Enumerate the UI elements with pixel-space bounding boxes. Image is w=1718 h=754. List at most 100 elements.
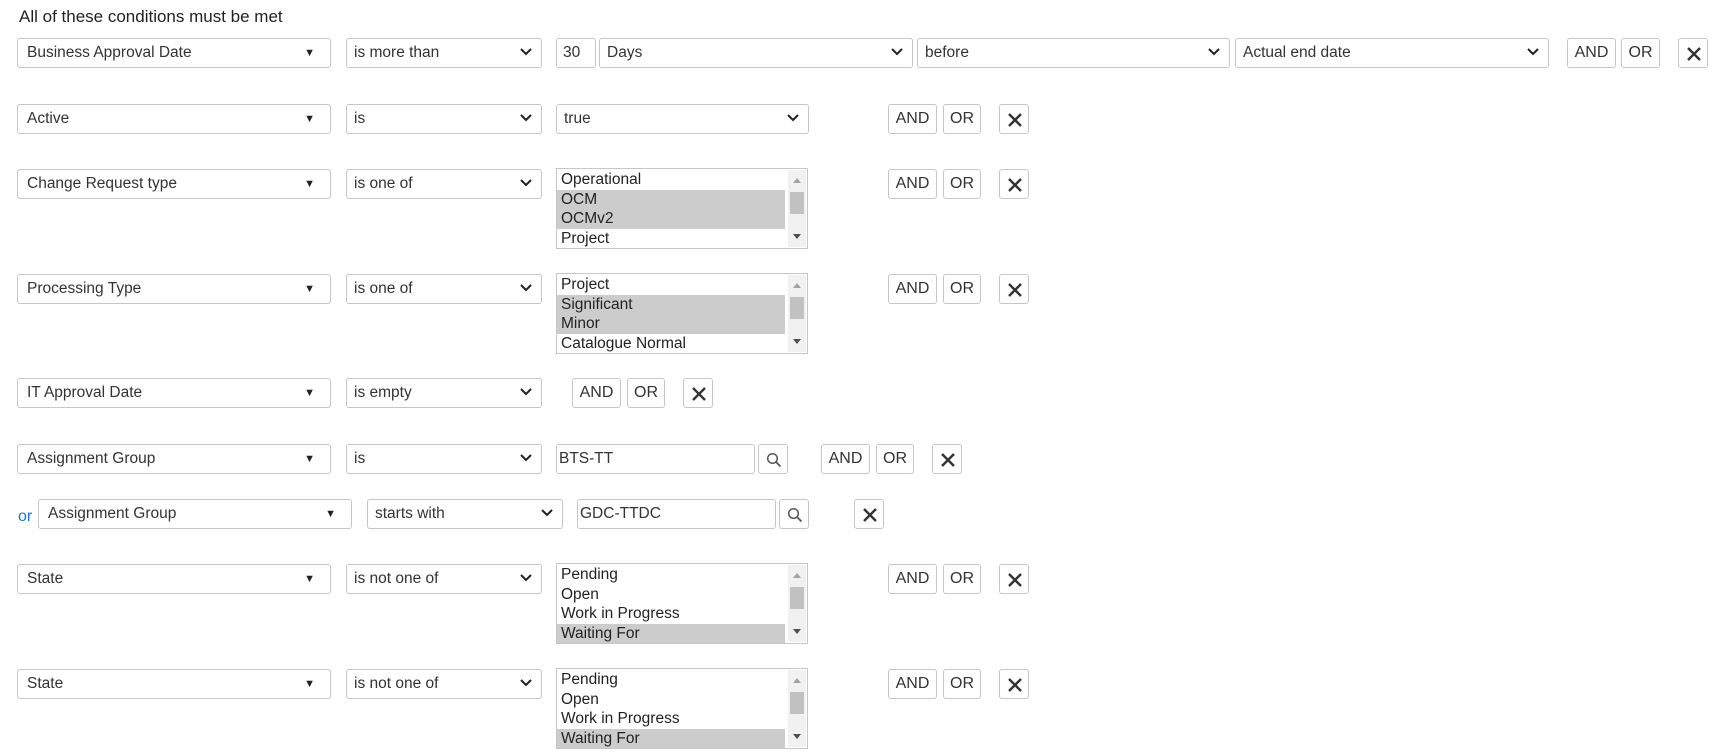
or-button[interactable]: OR <box>943 104 981 134</box>
scroll-down-arrow-icon[interactable] <box>793 234 801 239</box>
number-input[interactable]: 30 <box>556 38 596 68</box>
values-listbox[interactable]: Operational OCM OCMv2 Project <box>556 168 808 249</box>
delete-condition-button[interactable] <box>854 499 884 529</box>
delete-condition-button[interactable] <box>999 564 1029 594</box>
unit-select[interactable]: Days <box>599 38 913 68</box>
and-button[interactable]: AND <box>888 169 937 199</box>
listbox-scrollbar[interactable] <box>788 170 806 247</box>
triangle-down-icon: ▼ <box>325 508 336 520</box>
listbox-option-selected[interactable]: Waiting For <box>557 623 785 643</box>
field-select[interactable]: Assignment Group ▼ <box>38 499 352 529</box>
field-select[interactable]: Processing Type ▼ <box>17 274 331 304</box>
scroll-down-arrow-icon[interactable] <box>793 339 801 344</box>
chevron-down-icon <box>1527 48 1539 56</box>
listbox-option[interactable]: Project <box>557 229 785 249</box>
or-button[interactable]: OR <box>943 669 981 699</box>
chevron-down-icon <box>520 179 532 187</box>
delete-condition-button[interactable] <box>932 444 962 474</box>
listbox-option[interactable]: Operational <box>557 170 785 190</box>
chevron-down-icon <box>891 48 903 56</box>
chevron-down-icon <box>787 114 799 122</box>
delete-condition-button[interactable] <box>999 104 1029 134</box>
field-select[interactable]: Assignment Group ▼ <box>17 444 331 474</box>
listbox-scrollbar[interactable] <box>788 275 806 352</box>
triangle-down-icon: ▼ <box>304 573 315 585</box>
delete-condition-button[interactable] <box>999 669 1029 699</box>
or-button[interactable]: OR <box>943 564 981 594</box>
or-button[interactable]: OR <box>1621 38 1660 68</box>
field-select-value: IT Approval Date <box>27 384 143 401</box>
and-button[interactable]: AND <box>888 669 937 699</box>
listbox-option-selected[interactable]: Significant <box>557 294 785 314</box>
operator-select[interactable]: is <box>346 104 542 134</box>
or-button[interactable]: OR <box>627 378 665 408</box>
and-button[interactable]: AND <box>888 274 937 304</box>
delete-condition-button[interactable] <box>1678 38 1708 68</box>
listbox-scrollbar[interactable] <box>788 670 806 747</box>
and-button[interactable]: AND <box>821 444 870 474</box>
operator-select[interactable]: is empty <box>346 378 542 408</box>
listbox-option[interactable]: Work in Progress <box>557 604 785 624</box>
and-button[interactable]: AND <box>572 378 621 408</box>
scrollbar-thumb[interactable] <box>790 692 804 714</box>
delete-condition-button[interactable] <box>683 378 713 408</box>
operator-select[interactable]: is <box>346 444 542 474</box>
listbox-scrollbar[interactable] <box>788 565 806 642</box>
lookup-button[interactable] <box>758 444 788 474</box>
scrollbar-thumb[interactable] <box>790 587 804 609</box>
scroll-up-arrow-icon[interactable] <box>793 283 801 288</box>
scroll-up-arrow-icon[interactable] <box>793 678 801 683</box>
listbox-option-selected[interactable]: OCMv2 <box>557 209 785 229</box>
or-button[interactable]: OR <box>943 274 981 304</box>
operator-select[interactable]: is one of <box>346 169 542 199</box>
scroll-up-arrow-icon[interactable] <box>793 573 801 578</box>
operator-select[interactable]: is not one of <box>346 669 542 699</box>
lookup-button[interactable] <box>779 499 809 529</box>
scrollbar-thumb[interactable] <box>790 297 804 319</box>
operator-select[interactable]: is one of <box>346 274 542 304</box>
listbox-option[interactable]: Work in Progress <box>557 709 785 729</box>
or-button[interactable]: OR <box>876 444 914 474</box>
operator-select[interactable]: starts with <box>367 499 563 529</box>
triangle-down-icon: ▼ <box>304 178 315 190</box>
delete-condition-button[interactable] <box>999 274 1029 304</box>
field-select[interactable]: State ▼ <box>17 669 331 699</box>
listbox-option-selected[interactable]: Minor <box>557 314 785 334</box>
values-listbox[interactable]: Pending Open Work in Progress Waiting Fo… <box>556 668 808 749</box>
and-button[interactable]: AND <box>1567 38 1616 68</box>
field-select[interactable]: Business Approval Date ▼ <box>17 38 331 68</box>
listbox-option-selected[interactable]: Waiting For <box>557 728 785 748</box>
target-date-select[interactable]: Actual end date <box>1235 38 1549 68</box>
delete-condition-button[interactable] <box>999 169 1029 199</box>
field-select[interactable]: Change Request type ▼ <box>17 169 331 199</box>
field-select[interactable]: Active ▼ <box>17 104 331 134</box>
scroll-up-arrow-icon[interactable] <box>793 178 801 183</box>
scrollbar-thumb[interactable] <box>790 192 804 214</box>
values-listbox[interactable]: Project Significant Minor Catalogue Norm… <box>556 273 808 354</box>
values-listbox[interactable]: Pending Open Work in Progress Waiting Fo… <box>556 563 808 644</box>
operator-select[interactable]: is not one of <box>346 564 542 594</box>
field-select[interactable]: State ▼ <box>17 564 331 594</box>
scroll-down-arrow-icon[interactable] <box>793 629 801 634</box>
and-button[interactable]: AND <box>888 564 937 594</box>
operator-select[interactable]: is more than <box>346 38 542 68</box>
field-select[interactable]: IT Approval Date ▼ <box>17 378 331 408</box>
relation-select[interactable]: before <box>917 38 1230 68</box>
close-icon <box>1687 47 1701 61</box>
listbox-option[interactable]: Catalogue Normal <box>557 334 785 354</box>
scroll-down-arrow-icon[interactable] <box>793 734 801 739</box>
operator-select-value: is more than <box>354 44 440 61</box>
listbox-option[interactable]: Pending <box>557 670 785 690</box>
listbox-option[interactable]: Project <box>557 275 785 295</box>
listbox-option[interactable]: Open <box>557 585 785 605</box>
and-button[interactable]: AND <box>888 104 937 134</box>
value-select[interactable]: true <box>556 104 809 134</box>
listbox-option[interactable]: Open <box>557 690 785 710</box>
reference-input[interactable]: BTS-TT <box>556 444 755 474</box>
or-button[interactable]: OR <box>943 169 981 199</box>
listbox-option[interactable]: Pending <box>557 565 785 585</box>
operator-select-value: is not one of <box>354 570 439 587</box>
reference-input[interactable]: GDC-TTDC <box>577 499 776 529</box>
listbox-option-selected[interactable]: OCM <box>557 189 785 209</box>
field-select-value: Change Request type <box>27 175 177 192</box>
